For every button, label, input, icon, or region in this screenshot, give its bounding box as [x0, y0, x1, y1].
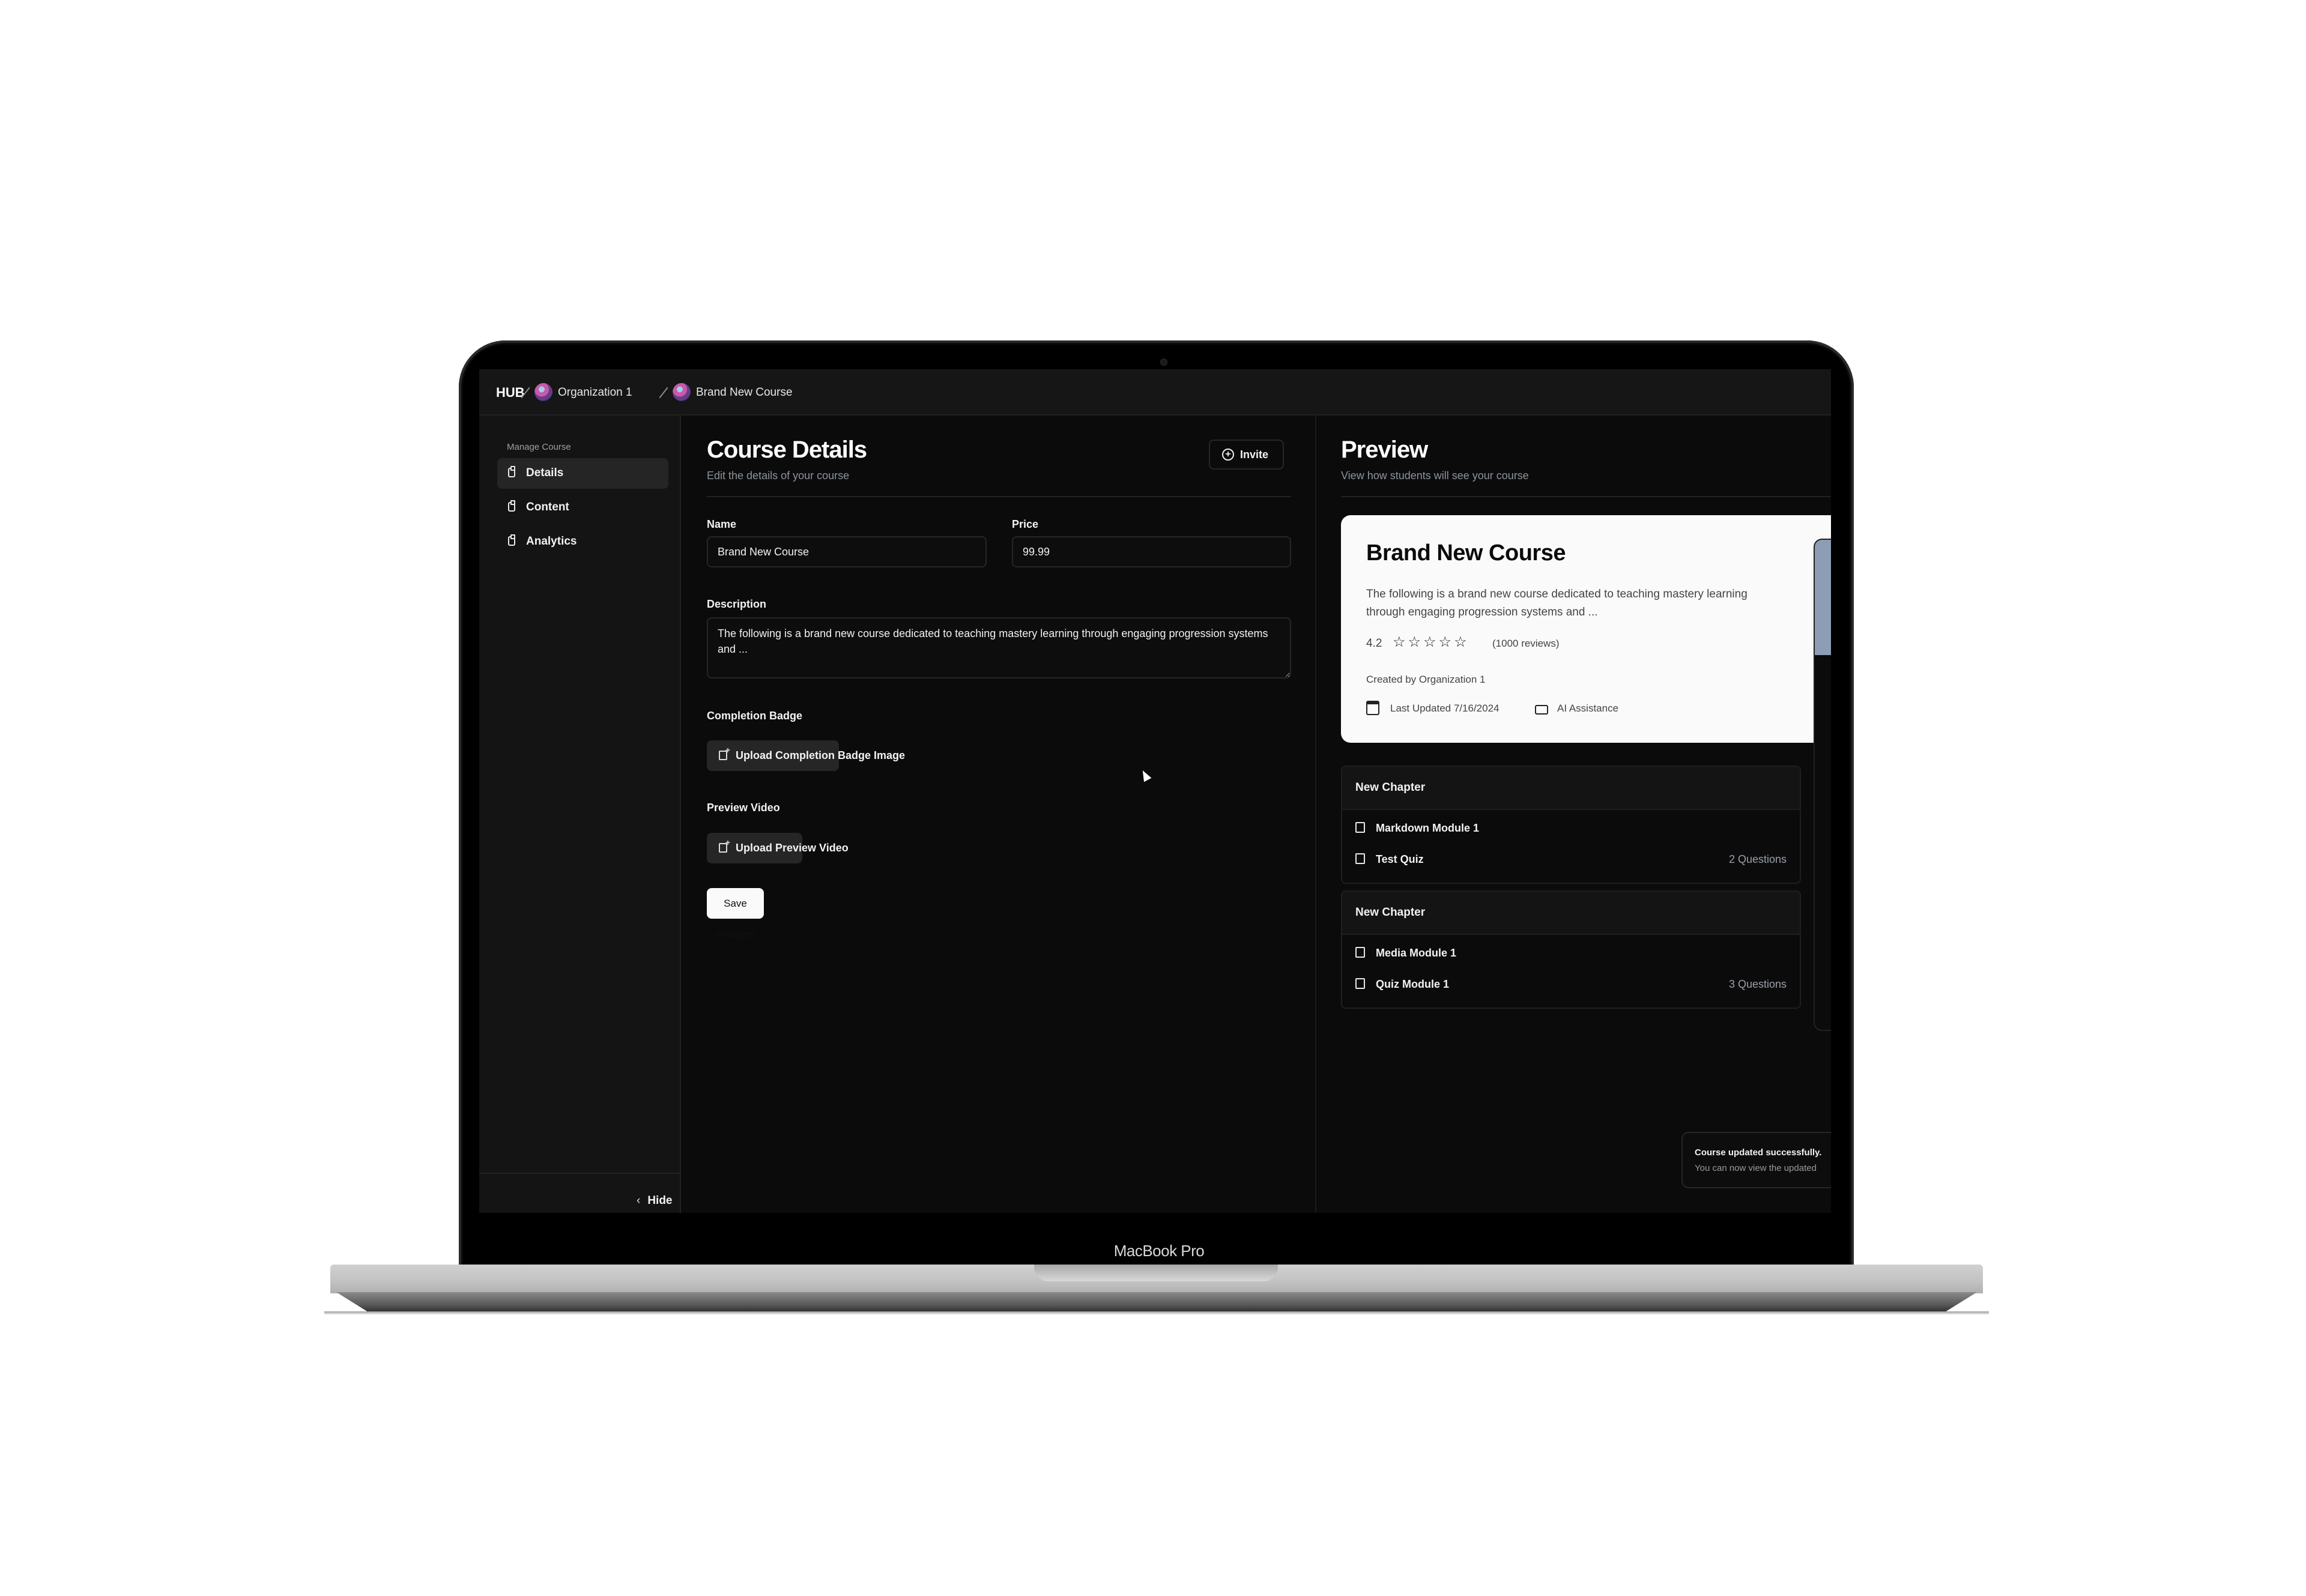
upload-video-button[interactable]: Upload Preview Video — [707, 833, 849, 863]
module-count: 2 Questions — [1728, 853, 1787, 865]
module-name: Media Module 1 — [1376, 947, 1457, 959]
module-name: Markdown Module 1 — [1376, 822, 1480, 834]
rating-value: 4.2 — [1366, 637, 1382, 650]
sidebar-item-label: Content — [526, 501, 569, 513]
laptop-notch — [1034, 1265, 1278, 1281]
calendar-icon — [1366, 701, 1379, 715]
book-check-icon — [1355, 978, 1365, 989]
sidebar-item-label: Details — [526, 467, 564, 479]
toast-body: You can now view the updated — [1695, 1163, 1817, 1173]
module-item[interactable]: Quiz Module 1 3 Questions — [1355, 976, 1787, 994]
sidebar-footer-divider — [479, 1173, 680, 1174]
laptop-shadow — [324, 1311, 1989, 1315]
toast-title: Course updated successfully. — [1695, 1147, 1822, 1158]
breadcrumb-organization[interactable]: Organization 1 — [558, 386, 632, 399]
section-divider — [707, 496, 1291, 497]
description-textarea[interactable]: The following is a brand new course dedi… — [707, 617, 1291, 679]
sidebar-section-title: Manage Course — [507, 442, 571, 452]
sidebar-item-analytics[interactable]: Analytics — [497, 527, 668, 557]
clipboard-icon — [508, 534, 515, 546]
image-plus-icon — [719, 745, 730, 760]
last-updated: Last Updated 7/16/2024 — [1390, 703, 1500, 714]
course-avatar — [673, 383, 691, 401]
star-icon: ☆ — [1423, 634, 1436, 650]
name-input[interactable] — [707, 536, 987, 567]
hide-sidebar-button[interactable]: ‹ Hide — [637, 1194, 673, 1208]
star-icon: ☆ — [1408, 634, 1421, 650]
image-icon — [1355, 947, 1365, 958]
star-icon: ☆ — [1438, 634, 1452, 650]
panel-divider — [1315, 416, 1316, 1213]
price-label: Price — [1012, 518, 1039, 530]
upload-badge-button[interactable]: Upload Completion Badge Image — [707, 740, 905, 771]
breadcrumb-separator — [525, 385, 526, 398]
module-count: 3 Questions — [1728, 978, 1787, 990]
device-label: MacBook Pro — [1113, 1242, 1205, 1260]
upload-badge-label: Upload Completion Badge Image — [736, 749, 906, 761]
sidebar-item-content[interactable]: Content — [497, 492, 668, 523]
mouse-cursor — [1139, 768, 1152, 782]
module-item[interactable]: Test Quiz 2 Questions — [1355, 851, 1787, 869]
created-by: Created by Organization 1 — [1366, 674, 1486, 685]
app-screen: HUB Organization 1 Brand New Course Mana… — [479, 369, 1831, 1213]
star-icon: ☆ — [1393, 634, 1406, 650]
book-check-icon — [1355, 853, 1365, 864]
star-icon: ☆ — [1454, 634, 1467, 650]
preview-video-label: Preview Video — [707, 802, 780, 814]
top-bar: HUB Organization 1 Brand New Course — [479, 369, 1831, 416]
preview-title: Preview — [1341, 437, 1428, 463]
module-item[interactable]: Markdown Module 1 — [1355, 820, 1787, 838]
breadcrumb-course[interactable]: Brand New Course — [696, 386, 793, 399]
upload-video-label: Upload Preview Video — [736, 842, 849, 854]
toast-notification[interactable]: Course updated successfully. You can now… — [1681, 1132, 1831, 1188]
purchase-card: $ — [1814, 539, 1831, 1031]
chapter-card: New Chapter Markdown Module 1 Test Quiz … — [1341, 766, 1801, 884]
review-count: (1000 reviews) — [1492, 638, 1560, 649]
course-preview-card: Brand New Course The following is a bran… — [1341, 515, 1831, 743]
chapter-card: New Chapter Media Module 1 Quiz Module 1… — [1341, 890, 1801, 1009]
chapter-header[interactable]: New Chapter — [1342, 767, 1800, 810]
chevron-left-icon: ‹ — [637, 1194, 641, 1207]
clipboard-icon — [508, 466, 515, 477]
rating-stars: ☆ ☆ ☆ ☆ ☆ — [1393, 633, 1469, 651]
plus-circle-icon: + — [1222, 449, 1234, 461]
save-changes-button[interactable]: Save changes — [707, 888, 764, 940]
hub-logo[interactable]: HUB — [496, 385, 525, 401]
module-name: Quiz Module 1 — [1376, 978, 1450, 990]
chapter-title: New Chapter — [1355, 781, 1426, 794]
preview-subtitle: View how students will see your course — [1341, 470, 1529, 482]
bot-icon — [1535, 705, 1548, 715]
price-input[interactable] — [1012, 536, 1291, 567]
chapter-title: New Chapter — [1355, 906, 1426, 919]
course-thumbnail — [1815, 540, 1831, 655]
invite-label: Invite — [1240, 449, 1269, 461]
completion-badge-label: Completion Badge — [707, 710, 803, 722]
camera-icon — [1160, 358, 1167, 366]
card-course-title: Brand New Course — [1366, 540, 1566, 566]
module-item[interactable]: Media Module 1 — [1355, 945, 1787, 963]
scroll-icon — [1355, 822, 1365, 833]
page-title: Course Details — [707, 437, 867, 463]
sidebar-item-label: Analytics — [526, 535, 577, 548]
invite-button[interactable]: + Invite — [1209, 440, 1284, 470]
sidebar: Manage Course Details Content Analytics … — [479, 416, 681, 1213]
clipboard-icon — [508, 500, 515, 512]
name-label: Name — [707, 518, 737, 530]
org-avatar — [534, 383, 552, 401]
card-course-description: The following is a brand new course dedi… — [1366, 588, 1748, 618]
sidebar-item-details[interactable]: Details — [497, 458, 668, 489]
ai-assistance: AI Assistance — [1557, 703, 1619, 714]
module-name: Test Quiz — [1376, 853, 1424, 865]
hide-label: Hide — [647, 1194, 673, 1207]
breadcrumb-separator — [663, 385, 664, 398]
preview-divider — [1341, 496, 1831, 497]
image-plus-icon — [719, 838, 730, 853]
page-subtitle: Edit the details of your course — [707, 470, 850, 482]
chapter-header[interactable]: New Chapter — [1342, 892, 1800, 935]
laptop-base-edge — [336, 1292, 1977, 1313]
description-label: Description — [707, 598, 767, 610]
